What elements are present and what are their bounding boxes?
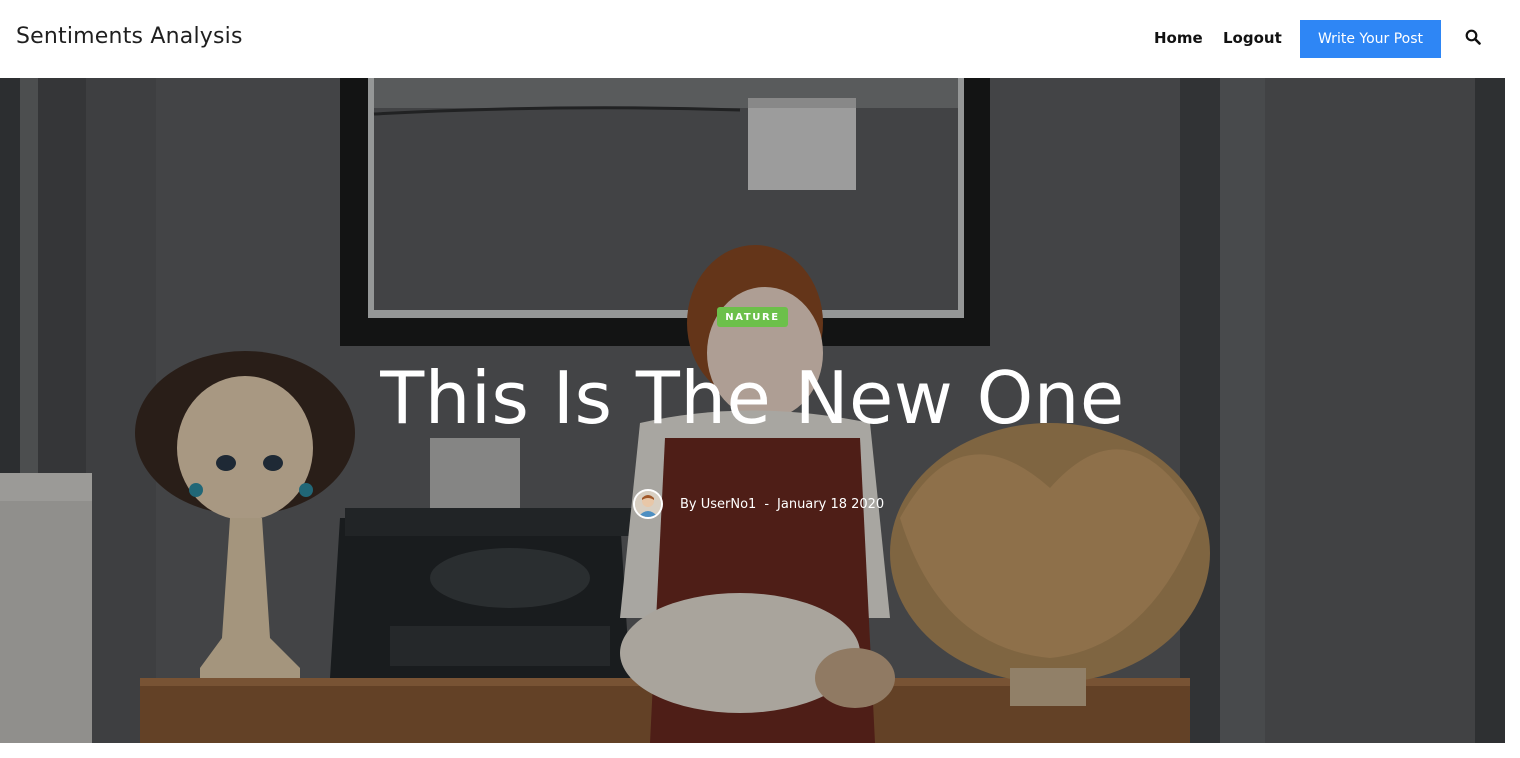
hero-banner: NATURE This Is The New One By UserNo1 - … (0, 78, 1505, 743)
author-avatar[interactable] (633, 489, 663, 519)
search-icon (1465, 29, 1481, 45)
main-nav: Home Logout Write Your Post (0, 20, 1520, 58)
post-title: This Is The New One (380, 356, 1125, 440)
meta-separator: - (764, 496, 770, 512)
category-badge[interactable]: NATURE (717, 307, 788, 327)
write-post-button[interactable]: Write Your Post (1300, 20, 1441, 58)
search-button[interactable] (1464, 29, 1482, 47)
nav-logout-link[interactable]: Logout (1223, 29, 1282, 47)
post-date: January 18 2020 (777, 496, 885, 512)
avatar-image (635, 491, 661, 517)
post-meta: By UserNo1 - January 18 2020 (633, 488, 884, 520)
post-author[interactable]: By UserNo1 (680, 497, 756, 512)
nav-home-link[interactable]: Home (1154, 29, 1203, 47)
site-header: Sentiments Analysis Home Logout Write Yo… (0, 0, 1520, 78)
